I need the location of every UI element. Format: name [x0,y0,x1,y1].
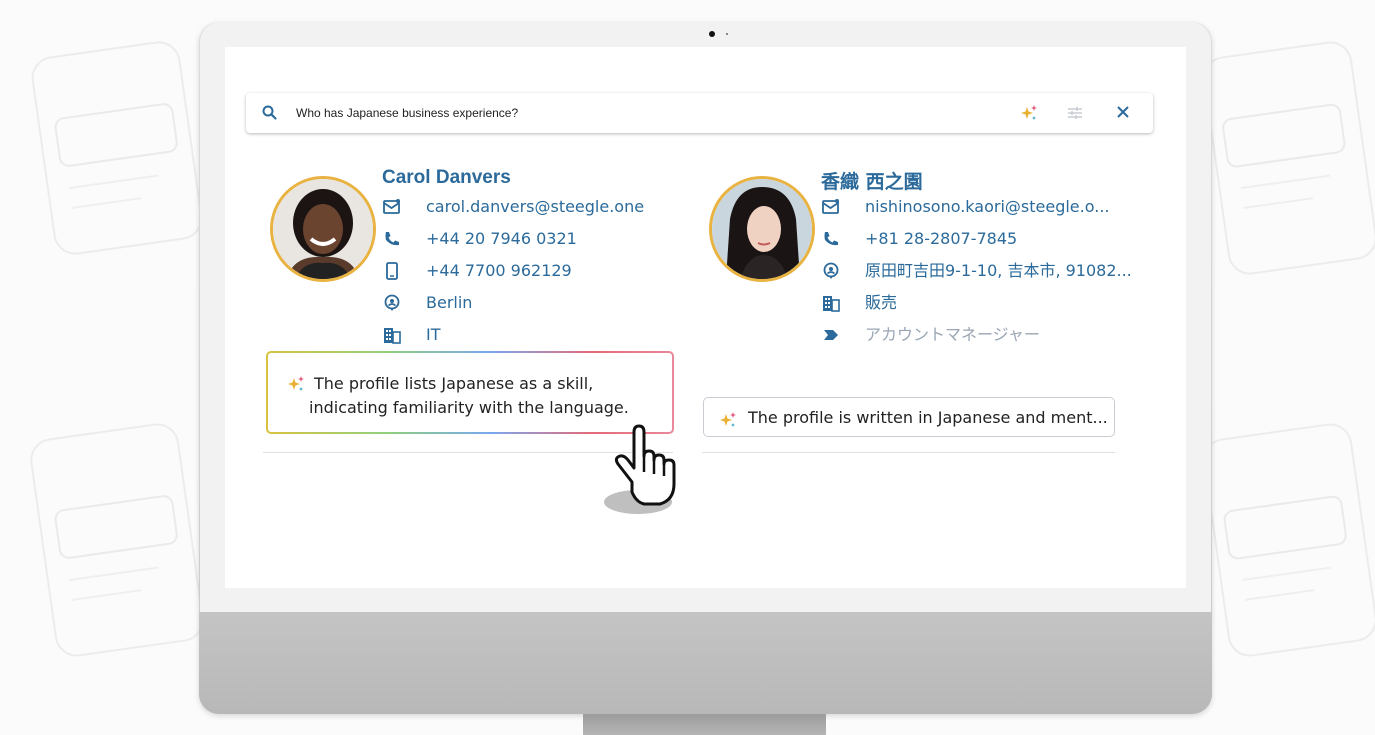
search-icon[interactable] [261,104,279,122]
tune-icon[interactable] [1067,105,1083,126]
contact-department[interactable]: 販売 [865,293,897,313]
phone-icon [382,229,402,249]
contact-title-row[interactable]: アカウントマネージャー [821,325,1040,345]
contact-title[interactable]: アカウントマネージャー [865,325,1040,345]
camera-sensor [726,33,728,35]
contact-email-row[interactable]: carol.danvers@steegle.one [382,197,644,217]
contact-email-row[interactable]: nishinosono.kaori@steegle.o... [821,197,1110,217]
monitor-stand [583,714,826,735]
camera-icon [709,31,715,37]
contact-name[interactable]: 香織 西之園 [821,167,923,194]
contact-phone-row[interactable]: +81 28-2807-7845 [821,229,1017,249]
ai-reason-line: indicating familiarity with the language… [309,398,629,417]
ai-sparkle-icon[interactable] [1019,103,1039,128]
contact-location[interactable]: Berlin [426,293,472,313]
contact-department-row[interactable]: IT [382,325,441,345]
contact-location-row[interactable]: 原田町吉田9-1-10, 吉本市, 91082... [821,261,1132,281]
contact-mobile-row[interactable]: +44 7700 962129 [382,261,572,281]
ai-sparkle-icon [718,410,738,435]
contact-name[interactable]: Carol Danvers [382,167,511,189]
avatar[interactable] [270,176,376,282]
ai-reason-text: The profile is written in Japanese and m… [748,408,1108,427]
contact-location-row[interactable]: Berlin [382,293,472,313]
monitor-chin [199,612,1212,714]
job-title-icon [821,325,841,345]
background-doodle [1200,420,1375,660]
contact-mobile[interactable]: +44 7700 962129 [426,261,572,281]
location-icon [821,261,841,281]
contact-phone[interactable]: +44 20 7946 0321 [426,229,577,249]
contact-phone[interactable]: +81 28-2807-7845 [865,229,1017,249]
ai-reason-line: The profile lists Japanese as a skill, [314,374,594,393]
ai-reason-box[interactable]: The profile is written in Japanese and m… [703,397,1115,437]
email-icon [382,197,402,217]
contact-phone-row[interactable]: +44 20 7946 0321 [382,229,577,249]
avatar[interactable] [709,176,815,282]
search-query-text[interactable]: Who has Japanese business experience? [296,106,518,120]
background-doodle [27,420,207,660]
background-doodle [1200,38,1375,278]
ai-sparkle-icon [286,374,306,399]
close-icon[interactable] [1116,105,1130,124]
building-icon [382,325,402,345]
stage: Who has Japanese business experience? Ca… [0,0,1375,735]
card-divider [702,452,1115,453]
search-bar[interactable]: Who has Japanese business experience? [246,93,1153,133]
phone-icon [821,229,841,249]
contact-email[interactable]: nishinosono.kaori@steegle.o... [865,197,1110,217]
email-icon [821,197,841,217]
contact-department-row[interactable]: 販売 [821,293,897,313]
location-icon [382,293,402,313]
contact-email[interactable]: carol.danvers@steegle.one [426,197,644,217]
building-icon [821,293,841,313]
mobile-icon [382,261,402,281]
hand-pointer-icon [596,420,686,525]
background-doodle [28,38,206,258]
contact-department[interactable]: IT [426,325,441,345]
ai-reason-text: The profile lists Japanese as a skill, i… [309,372,629,420]
contact-location[interactable]: 原田町吉田9-1-10, 吉本市, 91082... [865,261,1132,281]
